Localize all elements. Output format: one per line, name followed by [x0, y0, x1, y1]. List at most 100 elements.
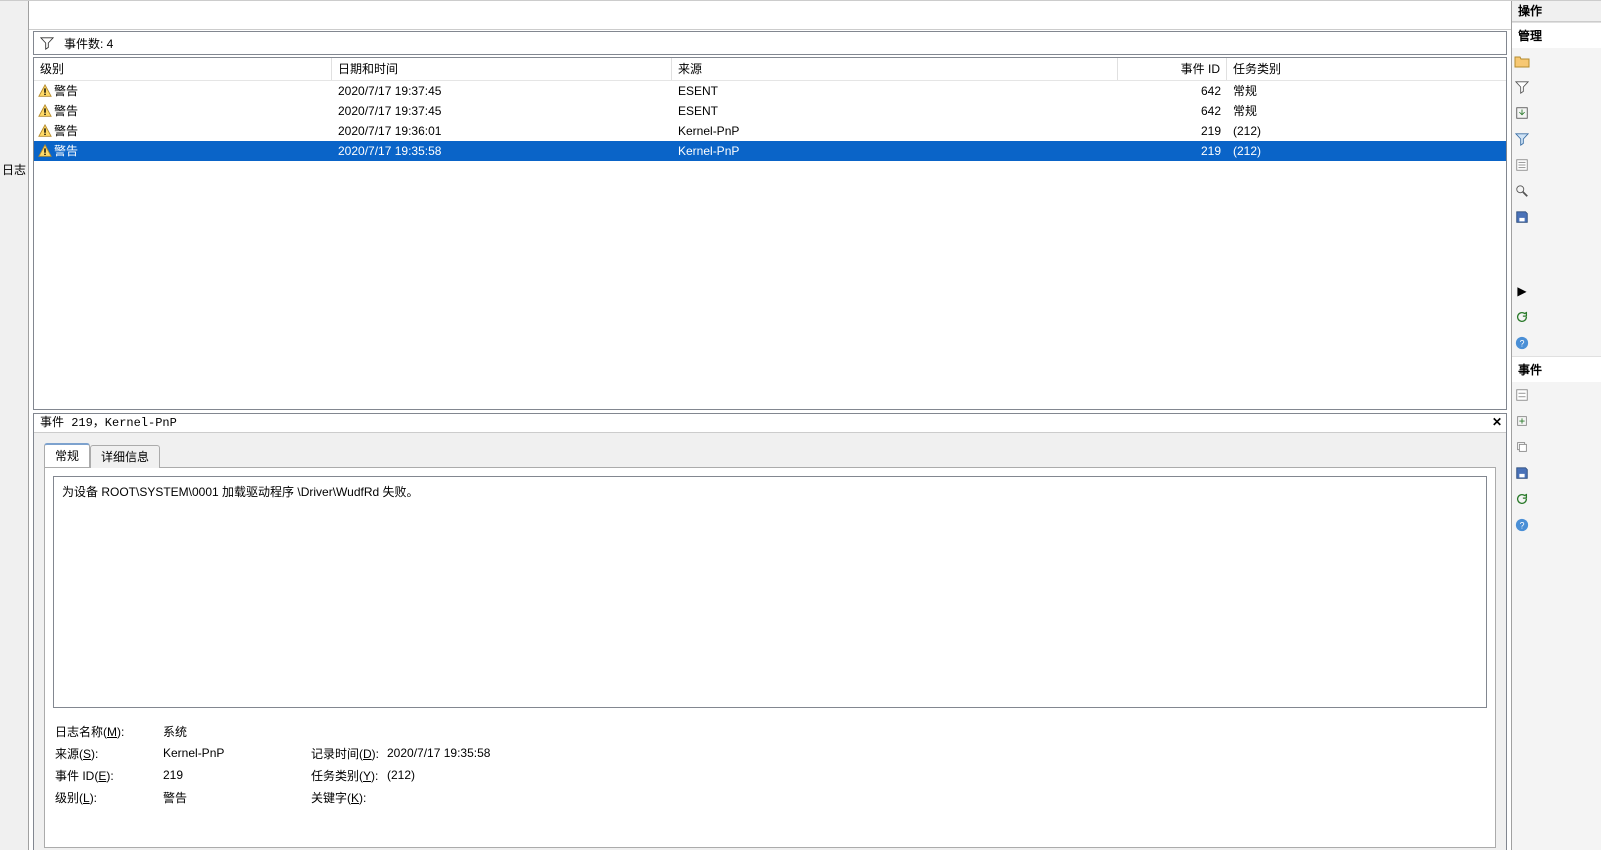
col-header-level[interactable]: 级别: [34, 58, 332, 80]
cell-id: 642: [1118, 101, 1227, 121]
prop-value-rectime: 2020/7/17 19:35:58: [387, 746, 1487, 760]
cell-source: Kernel-PnP: [672, 141, 1118, 161]
action-refresh-2[interactable]: [1512, 486, 1601, 512]
action-copy[interactable]: [1512, 434, 1601, 460]
help-icon: ?: [1514, 335, 1530, 351]
prop-label-keyword: 关键字(K):: [311, 789, 387, 806]
prop-label-taskcat: 任务类别(Y):: [311, 767, 387, 784]
help-icon-2: ?: [1514, 517, 1530, 533]
svg-text:?: ?: [1520, 339, 1525, 349]
event-count-label: 事件数: 4: [64, 35, 113, 52]
event-properties-icon: [1514, 387, 1530, 403]
actions-header: 操作: [1512, 1, 1601, 22]
top-gap: [29, 1, 1511, 30]
cell-id: 219: [1118, 121, 1227, 141]
filter-bar[interactable]: 事件数: 4: [33, 31, 1507, 55]
action-view[interactable]: ▶: [1512, 278, 1601, 304]
actions-pane: 操作 管理: [1511, 1, 1601, 850]
cell-level-text: 警告: [54, 141, 78, 161]
cell-source: Kernel-PnP: [672, 121, 1118, 141]
col-header-source[interactable]: 来源: [672, 58, 1118, 80]
table-row[interactable]: 警告 2020/7/17 19:37:45ESENT642常规: [34, 81, 1506, 101]
cell-level: 警告: [34, 121, 332, 141]
col-header-date[interactable]: 日期和时间: [332, 58, 672, 80]
event-properties: 日志名称(M): 系统 来源(S): Kernel-PnP 记录时间(D): 2…: [53, 720, 1487, 808]
prop-value-logname: 系统: [163, 723, 311, 740]
refresh-icon-2: [1514, 491, 1530, 507]
event-list: 级别 日期和时间 来源 事件 ID 任务类别 警告2020/7/17 19:37…: [33, 57, 1507, 410]
details-panel: 事件 219，Kernel-PnP ✕ 常规 详细信息 为设备 ROOT\SYS…: [33, 413, 1507, 850]
properties-icon: [1514, 157, 1530, 173]
prop-value-taskcat: (212): [387, 768, 1487, 782]
table-row[interactable]: 警告2020/7/17 19:36:01Kernel-PnP219(212): [34, 121, 1506, 141]
svg-text:?: ?: [1520, 521, 1525, 531]
action-find[interactable]: [1512, 178, 1601, 204]
action-event-properties[interactable]: [1512, 382, 1601, 408]
prop-label-rectime: 记录时间(D):: [311, 745, 387, 762]
warning-icon: [38, 124, 52, 138]
funnel-blue-icon: [1514, 131, 1530, 147]
action-import-view[interactable]: [1512, 100, 1601, 126]
cell-task: 常规: [1227, 101, 1506, 121]
action-properties[interactable]: [1512, 152, 1601, 178]
prop-row-level: 级别(L): 警告 关键字(K):: [55, 786, 1487, 808]
prop-value-level: 警告: [163, 789, 311, 806]
funnel-small-icon: [1514, 79, 1530, 95]
import-icon: [1514, 105, 1530, 121]
close-icon[interactable]: ✕: [1488, 414, 1506, 432]
prop-label-eventid: 事件 ID(E):: [55, 767, 163, 784]
prop-label-level: 级别(L):: [55, 789, 163, 806]
action-open-saved-log[interactable]: [1512, 48, 1601, 74]
cell-level: 警告: [34, 101, 332, 121]
cell-task: (212): [1227, 121, 1506, 141]
prop-value-source: Kernel-PnP: [163, 746, 311, 760]
cell-source: ESENT: [672, 101, 1118, 121]
cell-level-text: 警告: [54, 81, 78, 101]
cell-date: 2020/7/17 19:35:58: [332, 141, 672, 161]
action-save[interactable]: [1512, 204, 1601, 230]
funnel-icon: [40, 36, 54, 50]
cell-task: 常规: [1227, 81, 1506, 101]
prop-row-source: 来源(S): Kernel-PnP 记录时间(D): 2020/7/17 19:…: [55, 742, 1487, 764]
warning-icon: [38, 104, 52, 118]
details-title-text: 事件 219，Kernel-PnP: [40, 414, 177, 432]
warning-icon: [38, 84, 52, 98]
details-title-bar: 事件 219，Kernel-PnP ✕: [34, 414, 1506, 433]
left-nav-label: 日志: [2, 163, 26, 178]
event-list-header[interactable]: 级别 日期和时间 来源 事件 ID 任务类别: [34, 58, 1506, 81]
save-selected-icon: [1514, 465, 1530, 481]
find-icon: [1514, 183, 1530, 199]
tab-general[interactable]: 常规: [44, 443, 90, 467]
action-help-2[interactable]: ?: [1512, 512, 1601, 538]
filter-label-prefix: 事件数:: [64, 37, 107, 51]
actions-section-1: 管理: [1512, 22, 1601, 48]
tab-general-body: 为设备 ROOT\SYSTEM\0001 加载驱动程序 \Driver\Wudf…: [44, 467, 1496, 848]
prop-label-logname: 日志名称(M):: [55, 723, 163, 740]
event-rows[interactable]: 警告2020/7/17 19:37:45ESENT642常规警告2020/7/1…: [34, 81, 1506, 409]
tab-details[interactable]: 详细信息: [90, 445, 160, 468]
cell-source: ESENT: [672, 81, 1118, 101]
cell-date: 2020/7/17 19:37:45: [332, 81, 672, 101]
details-tabs: 常规 详细信息: [34, 439, 1506, 467]
view-icon: ▶: [1514, 283, 1530, 299]
cell-level-text: 警告: [54, 101, 78, 121]
table-row[interactable]: 警告 2020/7/17 19:35:58Kernel-PnP219(212): [34, 141, 1506, 161]
actions-section-2: 事件: [1512, 356, 1601, 382]
prop-value-eventid: 219: [163, 768, 311, 782]
action-create-view[interactable]: [1512, 74, 1601, 100]
app-root: 日志 事件数: 4 级别 日期和时间 来源 事件 ID 任务类别 警告2020/…: [0, 0, 1601, 850]
cell-id: 642: [1118, 81, 1227, 101]
prop-row-eventid: 事件 ID(E): 219 任务类别(Y): (212): [55, 764, 1487, 786]
col-header-id[interactable]: 事件 ID: [1118, 58, 1227, 80]
col-header-task[interactable]: 任务类别: [1227, 58, 1506, 80]
action-attach-task[interactable]: [1512, 408, 1601, 434]
action-refresh[interactable]: [1512, 304, 1601, 330]
action-help-1[interactable]: ?: [1512, 330, 1601, 356]
cell-id: 219: [1118, 141, 1227, 161]
cell-task: (212): [1227, 141, 1506, 161]
action-save-selected[interactable]: [1512, 460, 1601, 486]
action-filter-current[interactable]: [1512, 126, 1601, 152]
copy-icon: [1514, 439, 1530, 455]
cell-level: 警告: [34, 81, 332, 101]
table-row[interactable]: 警告2020/7/17 19:37:45ESENT642常规: [34, 101, 1506, 121]
